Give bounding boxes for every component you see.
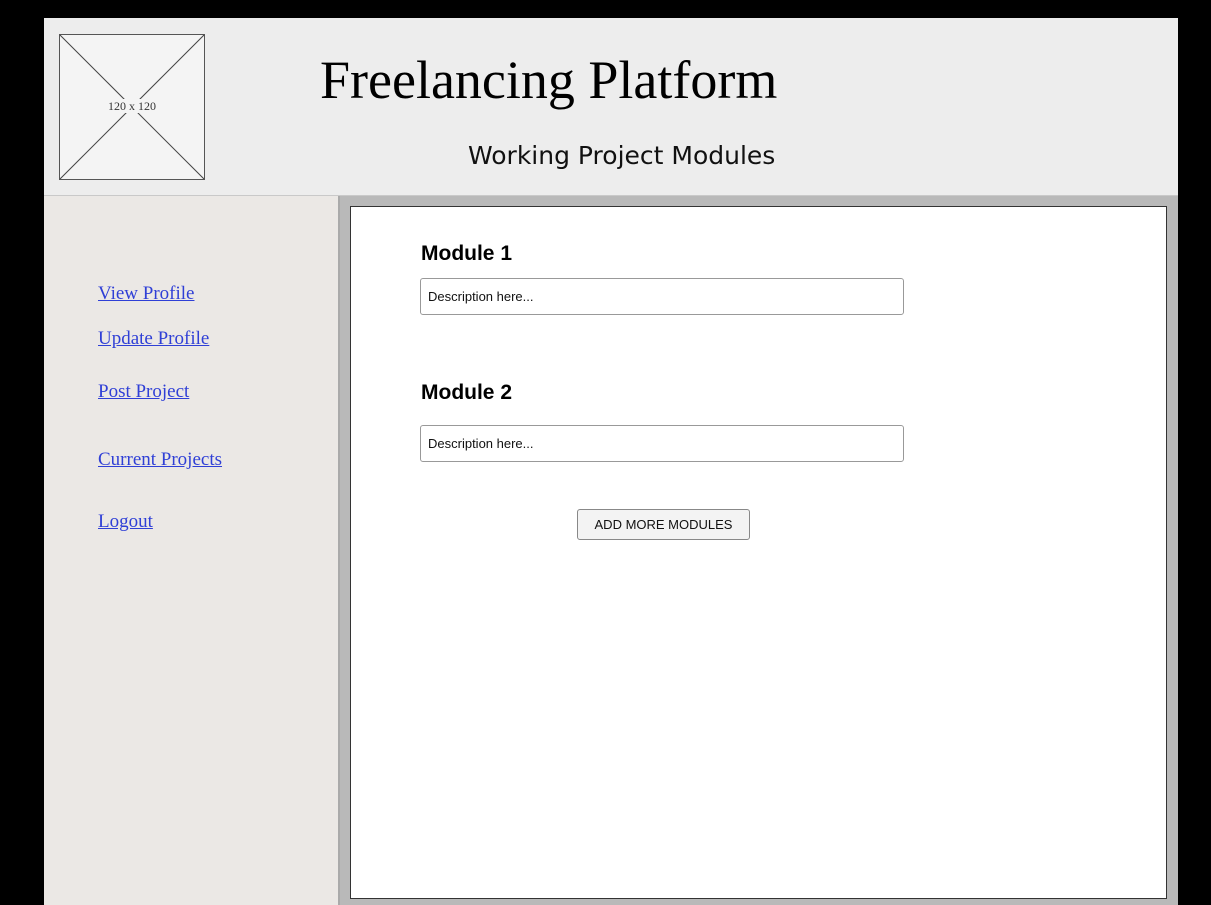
sidebar: View Profile Update Profile Post Project… [44, 196, 340, 905]
module-1-description-input[interactable] [420, 278, 904, 315]
module-2-description-input[interactable] [420, 425, 904, 462]
sidebar-link-logout[interactable]: Logout [98, 511, 153, 533]
add-more-modules-button[interactable]: ADD MORE MODULES [577, 509, 750, 540]
logo-placeholder: 120 x 120 [59, 34, 205, 180]
sidebar-link-update-profile[interactable]: Update Profile [98, 328, 209, 350]
sidebar-link-post-project[interactable]: Post Project [98, 381, 189, 403]
header: 120 x 120 Freelancing Platform Working P… [44, 18, 1178, 196]
sidebar-link-view-profile[interactable]: View Profile [98, 283, 194, 305]
logo-placeholder-label: 120 x 120 [107, 99, 157, 113]
module-1-heading: Module 1 [421, 242, 513, 265]
content-frame: Module 1 Module 2 ADD MORE MODULES [340, 196, 1178, 905]
modules-panel: Module 1 Module 2 ADD MORE MODULES [350, 206, 1167, 899]
page-subtitle: Working Project Modules [468, 141, 776, 170]
module-2-heading: Module 2 [421, 381, 513, 404]
app-title: Freelancing Platform [320, 50, 778, 110]
sidebar-link-current-projects[interactable]: Current Projects [98, 449, 222, 471]
logo-placeholder-label-wrap: 120 x 120 [60, 99, 204, 114]
page: 120 x 120 Freelancing Platform Working P… [44, 18, 1178, 905]
